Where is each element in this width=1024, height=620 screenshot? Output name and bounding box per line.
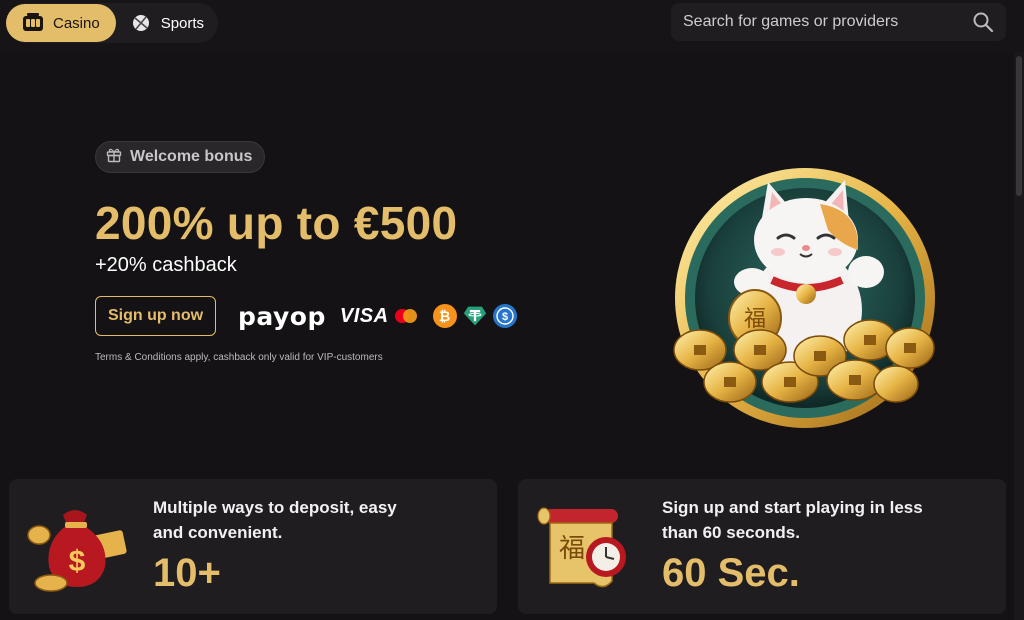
feature-card-signup: 福 Sign up and start playing in less than… [518,479,1006,614]
sports-tab[interactable]: Sports [116,4,220,42]
svg-text:$: $ [502,311,508,323]
feature-description: Sign up and start playing in less than 6… [662,495,923,545]
feature-description-line2: and convenient. [153,523,283,542]
bitcoin-icon: ₿ [432,304,457,328]
search-input[interactable] [683,13,972,31]
scroll-clock-icon: 福 [534,495,637,598]
search-icon[interactable] [972,11,994,33]
payop-logo: payop [238,301,326,331]
mode-switch: Casino Sports [6,3,218,43]
search-bar[interactable] [671,3,1006,41]
feature-description-line2: than 60 seconds. [662,523,800,542]
cashback-subline: +20% cashback [95,254,237,276]
gift-icon [106,147,122,168]
svg-text:福: 福 [744,307,766,332]
slot-machine-icon [22,12,44,34]
mastercard-icon [394,309,417,323]
lucky-cat-illustration: 福 [660,160,950,440]
payment-methods: payop VISA ₿ $ [238,300,517,332]
svg-text:福: 福 [559,534,585,564]
feature-description: Multiple ways to deposit, easy and conve… [153,495,397,545]
sports-tab-label: Sports [160,14,205,32]
feature-card-deposit: $ Multiple ways to deposit, easy and con… [9,479,497,614]
welcome-bonus-label: Welcome bonus [130,148,253,165]
sports-ball-icon [130,12,152,34]
feature-description-line1: Multiple ways to deposit, easy [153,498,397,517]
casino-tab-label: Casino [53,14,100,32]
feature-description-line1: Sign up and start playing in less [662,498,923,517]
svg-text:$: $ [69,545,86,578]
bonus-headline: 200% up to €500 [95,197,458,249]
scrollbar[interactable] [1014,52,1024,620]
scrollbar-thumb[interactable] [1016,56,1022,196]
feature-value: 10+ [153,551,221,595]
money-bag-icon: $ [25,495,128,598]
sign-up-button[interactable]: Sign up now [95,296,216,336]
visa-logo: VISA [339,304,389,327]
feature-value: 60 Sec. [662,551,800,595]
top-bar: Casino Sports [0,0,1024,52]
tether-icon [463,304,487,328]
casino-tab[interactable]: Casino [6,4,116,42]
terms-note: Terms & Conditions apply, cashback only … [95,352,383,363]
welcome-bonus-badge: Welcome bonus [95,141,266,173]
usd-coin-icon: $ [492,304,517,328]
